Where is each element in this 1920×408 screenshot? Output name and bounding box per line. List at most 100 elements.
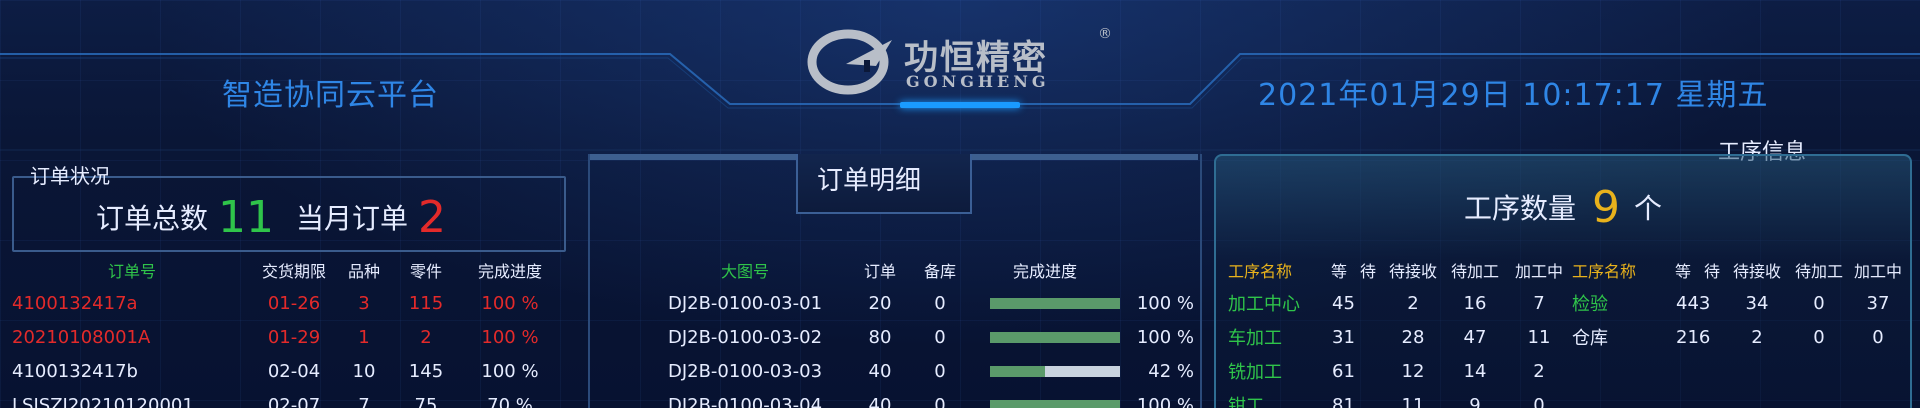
col-stock: 备库 bbox=[923, 262, 956, 281]
pending-cell: 2 bbox=[1407, 292, 1419, 314]
platform-title: 智造协同云平台 bbox=[222, 78, 439, 113]
table-row[interactable]: 铣加工 61 12 14 2 bbox=[1228, 354, 1906, 388]
progress-bar-fill bbox=[990, 400, 1120, 408]
col-pending-2: 待 bbox=[1703, 262, 1720, 281]
process-name-cell: 铣加工 bbox=[1228, 362, 1282, 383]
variety-cell: 10 bbox=[352, 360, 376, 382]
col-progress: 完成进度 bbox=[477, 262, 542, 281]
table-row[interactable]: 钳工 81 11 9 0 bbox=[1228, 388, 1906, 408]
process-header-row: 工序名称 等 待 待接收 待加工 加工中 工序名称 等 待 待接收 待加工 加工… bbox=[1228, 254, 1906, 286]
process-count-value: 9 bbox=[1592, 182, 1621, 233]
wait-cell: 216 bbox=[1676, 326, 1711, 348]
progress-cell: 100 % bbox=[481, 326, 539, 348]
order-qty-cell: 40 bbox=[868, 394, 892, 408]
progress-bar-cell bbox=[970, 320, 1120, 354]
progress-bar bbox=[990, 298, 1120, 309]
month-order-value: 2 bbox=[418, 192, 447, 243]
col-variety: 品种 bbox=[347, 262, 380, 281]
to-process-cell bbox=[1850, 354, 1906, 388]
wait-cell: 45 bbox=[1332, 292, 1355, 314]
order-total-label: 订单总数 bbox=[96, 202, 209, 235]
progress-pct-cell: 100 % bbox=[1136, 292, 1194, 314]
order-id-cell: 20210108001A bbox=[12, 326, 151, 348]
to-receive-cell: 14 bbox=[1463, 360, 1487, 382]
col-parts: 零件 bbox=[409, 262, 442, 281]
progress-bar-cell bbox=[970, 354, 1120, 388]
progress-bar-fill bbox=[990, 298, 1120, 309]
table-row[interactable]: 20210108001A 01-29 1 2 100 % bbox=[12, 320, 560, 354]
order-id-cell: 4100132417b bbox=[12, 360, 138, 382]
drawing-no-cell: DJ2B-0100-03-04 bbox=[667, 394, 823, 408]
process-name-cell bbox=[1572, 388, 1668, 408]
table-row[interactable]: LSISZJ20210120001 02-07 7 75 70 % bbox=[12, 388, 560, 408]
to-receive-cell: 47 bbox=[1463, 326, 1487, 348]
order-qty-cell: 80 bbox=[868, 326, 892, 348]
variety-cell: 7 bbox=[358, 394, 370, 408]
table-row[interactable]: DJ2B-0100-03-02 80 0 100 % bbox=[640, 320, 1194, 354]
pending-cell: 12 bbox=[1401, 360, 1425, 382]
col-to-process-2: 待加工 bbox=[1794, 262, 1843, 281]
order-detail-header-row: 大图号 订单 备库 完成进度 bbox=[640, 254, 1194, 286]
order-status-table: 订单号 交货期限 品种 零件 完成进度 4100132417a 01-26 3 115… bbox=[12, 254, 560, 408]
to-receive-cell bbox=[1788, 354, 1850, 388]
process-table: 工序名称 等 待 待接收 待加工 加工中 工序名称 等 待 待接收 待加工 加工… bbox=[1228, 254, 1906, 408]
parts-cell: 145 bbox=[408, 360, 444, 382]
table-row[interactable]: DJ2B-0100-03-03 40 0 42 % bbox=[640, 354, 1194, 388]
progress-pct-cell: 100 % bbox=[1136, 326, 1194, 348]
progress-cell: 100 % bbox=[481, 292, 539, 314]
logo-english-text: GONGHENG bbox=[906, 72, 1050, 91]
due-date-cell: 01-29 bbox=[267, 326, 321, 348]
header-accent-bar bbox=[900, 102, 1020, 108]
order-stats: 订单总数 11 当月订单 2 bbox=[96, 192, 446, 243]
due-date-cell: 01-26 bbox=[267, 292, 321, 314]
pending-cell bbox=[1726, 354, 1788, 388]
table-row[interactable]: 车加工 31 28 47 11 仓库 216 2 0 0 bbox=[1228, 320, 1906, 354]
to-process-cell: 11 bbox=[1527, 326, 1551, 348]
table-row[interactable]: 加工中心 45 2 16 7 检验 443 34 0 37 bbox=[1228, 286, 1906, 320]
order-id-cell: LSISZJ20210120001 bbox=[12, 394, 194, 408]
col-wait-1: 等 bbox=[1330, 262, 1347, 281]
table-row[interactable]: DJ2B-0100-03-01 20 0 100 % bbox=[640, 286, 1194, 320]
col-process-name-1: 工序名称 bbox=[1228, 262, 1293, 281]
table-row[interactable]: 4100132417b 02-04 10 145 100 % bbox=[12, 354, 560, 388]
progress-bar bbox=[990, 366, 1120, 377]
to-receive-cell: 0 bbox=[1813, 292, 1825, 314]
drawing-no-cell: DJ2B-0100-03-01 bbox=[667, 292, 823, 314]
pending-cell: 2 bbox=[1751, 326, 1763, 348]
stock-cell: 0 bbox=[934, 326, 946, 348]
to-process-cell bbox=[1850, 388, 1906, 408]
order-detail-table: 大图号 订单 备库 完成进度 DJ2B-0100-03-01 20 0 100 % DJ… bbox=[640, 254, 1194, 408]
wait-cell: 31 bbox=[1332, 326, 1355, 348]
col-order-id: 订单号 bbox=[107, 262, 156, 281]
col-detail-progress: 完成进度 bbox=[1012, 262, 1077, 281]
col-wait-2: 等 bbox=[1674, 262, 1691, 281]
pending-cell: 34 bbox=[1745, 292, 1769, 314]
col-to-process-1: 待加工 bbox=[1450, 262, 1499, 281]
progress-pct-cell: 100 % bbox=[1136, 394, 1194, 408]
process-count-unit: 个 bbox=[1634, 192, 1663, 225]
order-id-cell: 4100132417a bbox=[12, 292, 138, 314]
process-count: 工序数量 9 个 bbox=[1464, 182, 1662, 233]
col-due-date: 交货期限 bbox=[261, 262, 326, 281]
order-status-header-row: 订单号 交货期限 品种 零件 完成进度 bbox=[12, 254, 560, 286]
process-name-cell: 车加工 bbox=[1228, 328, 1282, 349]
table-row[interactable]: 4100132417a 01-26 3 115 100 % bbox=[12, 286, 560, 320]
col-drawing-no: 大图号 bbox=[720, 262, 769, 281]
logo-mark-icon bbox=[807, 29, 892, 95]
pending-cell: 28 bbox=[1401, 326, 1425, 348]
progress-bar bbox=[990, 332, 1120, 343]
progress-cell: 70 % bbox=[487, 394, 533, 408]
progress-bar-cell bbox=[970, 286, 1120, 320]
company-logo: 功恒精密 GONGHENG ® bbox=[806, 26, 1126, 96]
col-to-receive-2: 待接收 bbox=[1732, 262, 1781, 281]
wait-cell bbox=[1668, 388, 1726, 408]
to-process-cell: 2 bbox=[1533, 360, 1545, 382]
wait-cell: 443 bbox=[1676, 292, 1711, 314]
to-process-cell: 7 bbox=[1533, 292, 1545, 314]
wait-cell: 61 bbox=[1332, 360, 1355, 382]
progress-bar-cell bbox=[970, 388, 1120, 408]
table-row[interactable]: DJ2B-0100-03-04 40 0 100 % bbox=[640, 388, 1194, 408]
registered-mark: ® bbox=[1098, 26, 1112, 42]
progress-bar-fill bbox=[990, 366, 1045, 377]
to-receive-cell: 0 bbox=[1813, 326, 1825, 348]
